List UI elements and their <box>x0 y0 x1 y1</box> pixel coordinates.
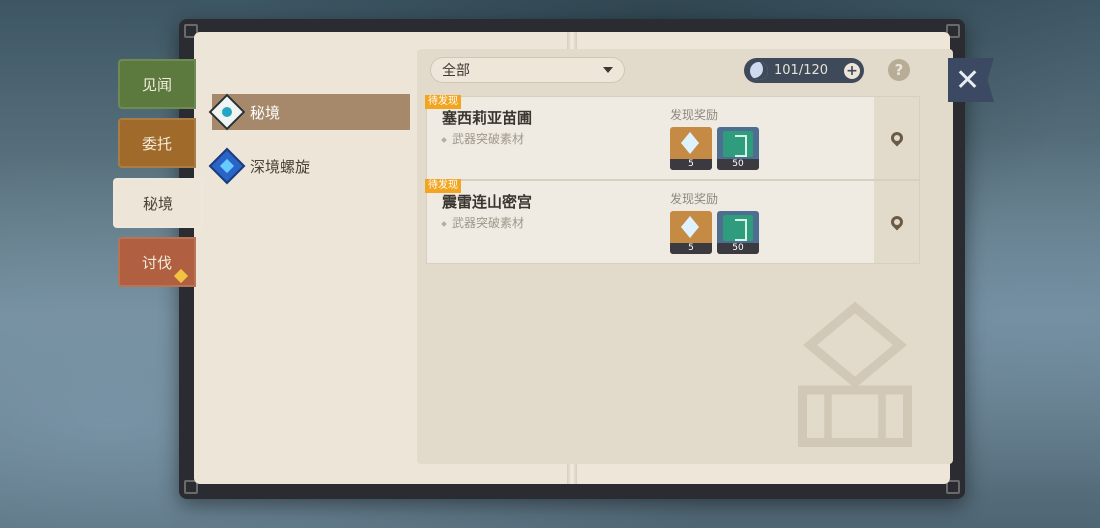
primogem-icon <box>681 132 699 154</box>
filter-dropdown[interactable]: 全部 <box>430 57 625 83</box>
domain-card[interactable]: 待发现 震雷连山密宫 武器突破素材 发现奖励 5 50 <box>425 179 919 263</box>
reward-title: 发现奖励 <box>670 192 719 206</box>
tab-weituo[interactable]: 委托 <box>118 118 196 168</box>
reward-count: 5 <box>670 159 712 170</box>
reward-count: 50 <box>717 159 759 170</box>
locate-button[interactable] <box>874 97 919 179</box>
resin-moon-icon <box>750 61 768 80</box>
dropdown-arrow-icon <box>603 67 613 73</box>
adventure-exp-icon <box>723 131 753 157</box>
resin-counter: 101/120 + <box>744 58 864 83</box>
reward-count: 50 <box>717 243 759 254</box>
locate-button[interactable] <box>874 181 919 263</box>
resin-value: 101/120 <box>774 63 829 78</box>
new-marker-icon <box>173 268 189 284</box>
spiral-abyss-icon <box>208 147 246 185</box>
bullet-icon <box>441 136 447 143</box>
close-button[interactable]: ✕ <box>948 58 994 102</box>
category-label: 深境螺旋 <box>250 157 311 176</box>
domain-type: 武器突破素材 <box>441 130 524 147</box>
reward-title: 发现奖励 <box>670 108 719 122</box>
category-mijing[interactable]: 秘境 <box>208 93 410 131</box>
domain-name: 塞西莉亚苗圃 <box>442 109 533 127</box>
tab-label: 秘境 <box>142 194 173 213</box>
domain-card[interactable]: 待发现 塞西莉亚苗圃 武器突破素材 发现奖励 5 50 <box>425 95 919 179</box>
tab-mijing-active[interactable]: 秘境 <box>113 178 203 228</box>
emblem-watermark-icon <box>798 301 912 447</box>
category-label: 秘境 <box>250 103 281 122</box>
tab-jianwen[interactable]: 见闻 <box>118 59 196 109</box>
help-button[interactable]: ? <box>888 59 910 81</box>
filter-selected-value: 全部 <box>442 63 470 79</box>
reward-primogem[interactable]: 5 <box>670 211 712 254</box>
domain-icon <box>208 93 246 131</box>
map-pin-icon <box>888 213 905 231</box>
tab-label: 见闻 <box>141 75 172 94</box>
tab-label: 委托 <box>141 134 172 153</box>
add-resin-button[interactable]: + <box>844 62 860 79</box>
adventure-exp-icon <box>723 215 753 241</box>
reward-adventure-exp[interactable]: 50 <box>717 127 759 170</box>
category-spiral-abyss[interactable]: 深境螺旋 <box>208 147 410 185</box>
reward-primogem[interactable]: 5 <box>670 127 712 170</box>
map-pin-icon <box>888 129 905 147</box>
tab-label: 讨伐 <box>141 253 172 272</box>
reward-count: 5 <box>670 243 712 254</box>
domain-name: 震雷连山密宫 <box>442 193 533 211</box>
domain-type: 武器突破素材 <box>441 214 524 231</box>
bullet-icon <box>441 220 447 227</box>
reward-adventure-exp[interactable]: 50 <box>717 211 759 254</box>
tab-taofa[interactable]: 讨伐 <box>118 237 196 287</box>
primogem-icon <box>681 216 699 238</box>
